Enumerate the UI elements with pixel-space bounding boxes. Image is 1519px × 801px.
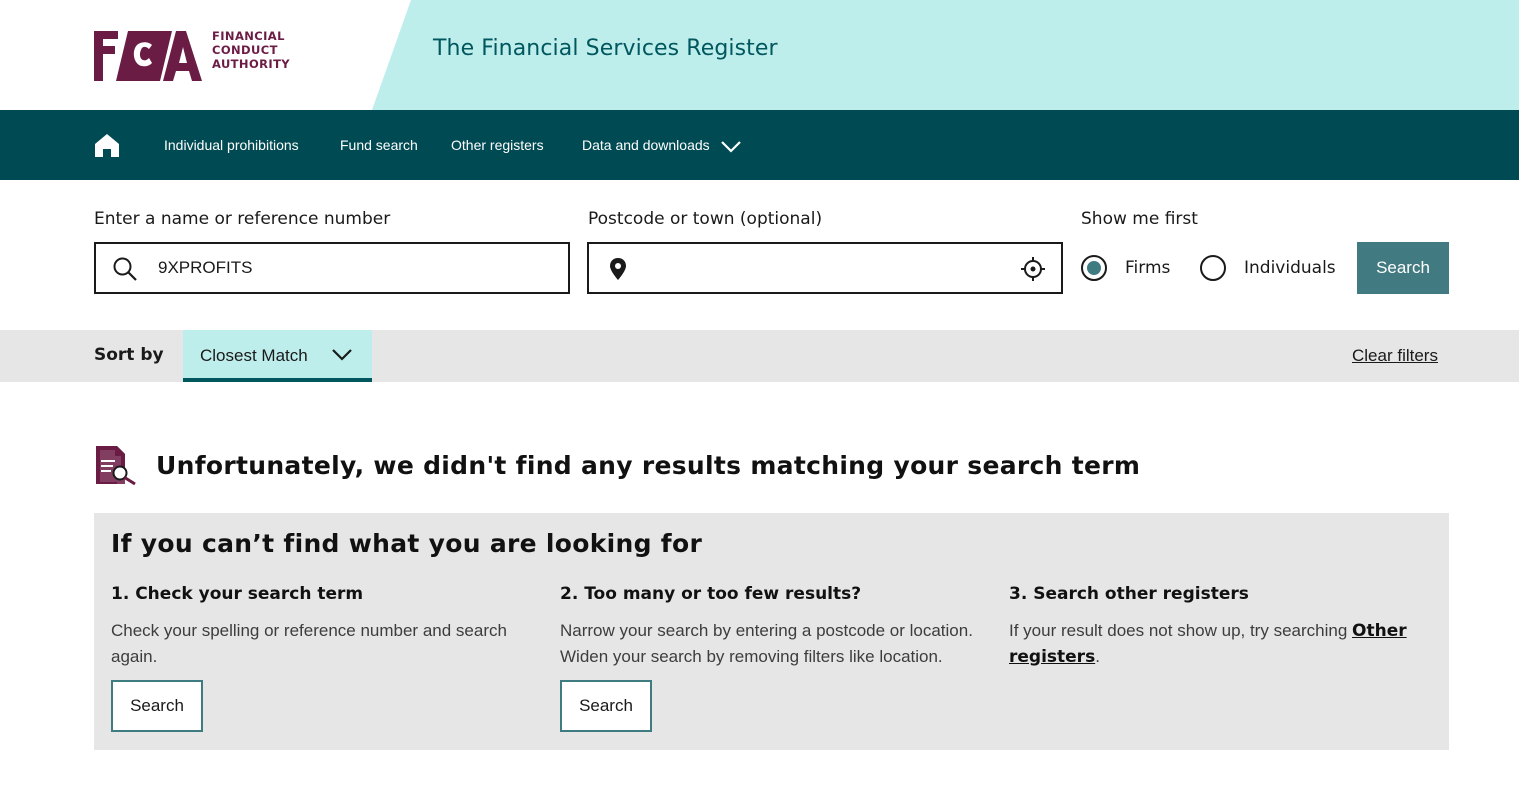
fca-logo-mark: [94, 31, 202, 81]
help-column-too-many-results: 2. Too many or too few results? Narrow y…: [560, 584, 980, 670]
radio-individuals-label[interactable]: Individuals: [1244, 258, 1336, 278]
logo-wordmark: FINANCIAL CONDUCT AUTHORITY: [212, 29, 290, 71]
help-panel-title: If you can’t find what you are looking f…: [111, 529, 703, 558]
help-text-before-link: If your result does not show up, try sea…: [1009, 621, 1353, 640]
help-column-text: If your result does not show up, try sea…: [1009, 618, 1419, 670]
name-search-field[interactable]: [94, 242, 570, 294]
help-column-other-registers: 3. Search other registers If your result…: [1009, 584, 1419, 670]
nav-other-registers[interactable]: Other registers: [451, 137, 544, 153]
chevron-down-icon: [332, 349, 352, 361]
nav-individual-prohibitions[interactable]: Individual prohibitions: [164, 137, 299, 153]
document-search-icon: [96, 446, 136, 486]
location-search-field[interactable]: [587, 242, 1063, 294]
help-text-after-link: .: [1095, 647, 1100, 666]
logo-word-conduct: CONDUCT: [212, 43, 278, 57]
radio-firms[interactable]: [1081, 255, 1107, 281]
show-me-first-label: Show me first: [1081, 209, 1198, 229]
search-icon: [113, 257, 137, 281]
name-search-input[interactable]: [158, 256, 558, 280]
sort-select[interactable]: Closest Match: [183, 330, 372, 382]
radio-individuals[interactable]: [1200, 255, 1226, 281]
location-pin-icon: [610, 258, 626, 280]
nav-data-and-downloads[interactable]: Data and downloads: [582, 137, 710, 153]
help-panel: If you can’t find what you are looking f…: [94, 513, 1449, 750]
main-nav: Individual prohibitions Fund search Othe…: [0, 110, 1519, 180]
clear-filters-link[interactable]: Clear filters: [1352, 346, 1438, 366]
location-field-label: Postcode or town (optional): [588, 209, 823, 229]
help-column-heading: 2. Too many or too few results?: [560, 584, 862, 604]
sort-by-label: Sort by: [94, 345, 164, 365]
nav-fund-search[interactable]: Fund search: [340, 137, 418, 153]
logo-word-authority: AUTHORITY: [212, 57, 291, 71]
sort-selected-value: Closest Match: [200, 346, 308, 365]
help-column-heading: 1. Check your search term: [111, 584, 364, 604]
help-column-check-search-term: 1. Check your search term Check your spe…: [111, 584, 531, 670]
radio-firms-label[interactable]: Firms: [1125, 258, 1170, 278]
location-search-input[interactable]: [641, 256, 1001, 280]
chevron-down-icon[interactable]: [719, 136, 743, 156]
no-results-heading: Unfortunately, we didn't find any result…: [156, 451, 1141, 480]
help-search-button-1[interactable]: Search: [111, 680, 203, 732]
crosshair-locate-icon[interactable]: [1021, 257, 1045, 281]
fca-logo[interactable]: FINANCIAL CONDUCT AUTHORITY: [94, 19, 290, 81]
site-header: FINANCIAL CONDUCT AUTHORITY The Financia…: [0, 0, 1519, 110]
name-field-label: Enter a name or reference number: [94, 209, 391, 229]
search-button[interactable]: Search: [1357, 242, 1449, 294]
logo-word-financial: FINANCIAL: [212, 29, 285, 43]
page-title: The Financial Services Register: [433, 36, 778, 61]
help-search-button-2[interactable]: Search: [560, 680, 652, 732]
help-column-text: Narrow your search by entering a postcod…: [560, 621, 973, 666]
help-column-heading: 3. Search other registers: [1009, 584, 1249, 604]
home-icon[interactable]: [94, 133, 120, 157]
help-column-text: Check your spelling or reference number …: [111, 621, 507, 666]
